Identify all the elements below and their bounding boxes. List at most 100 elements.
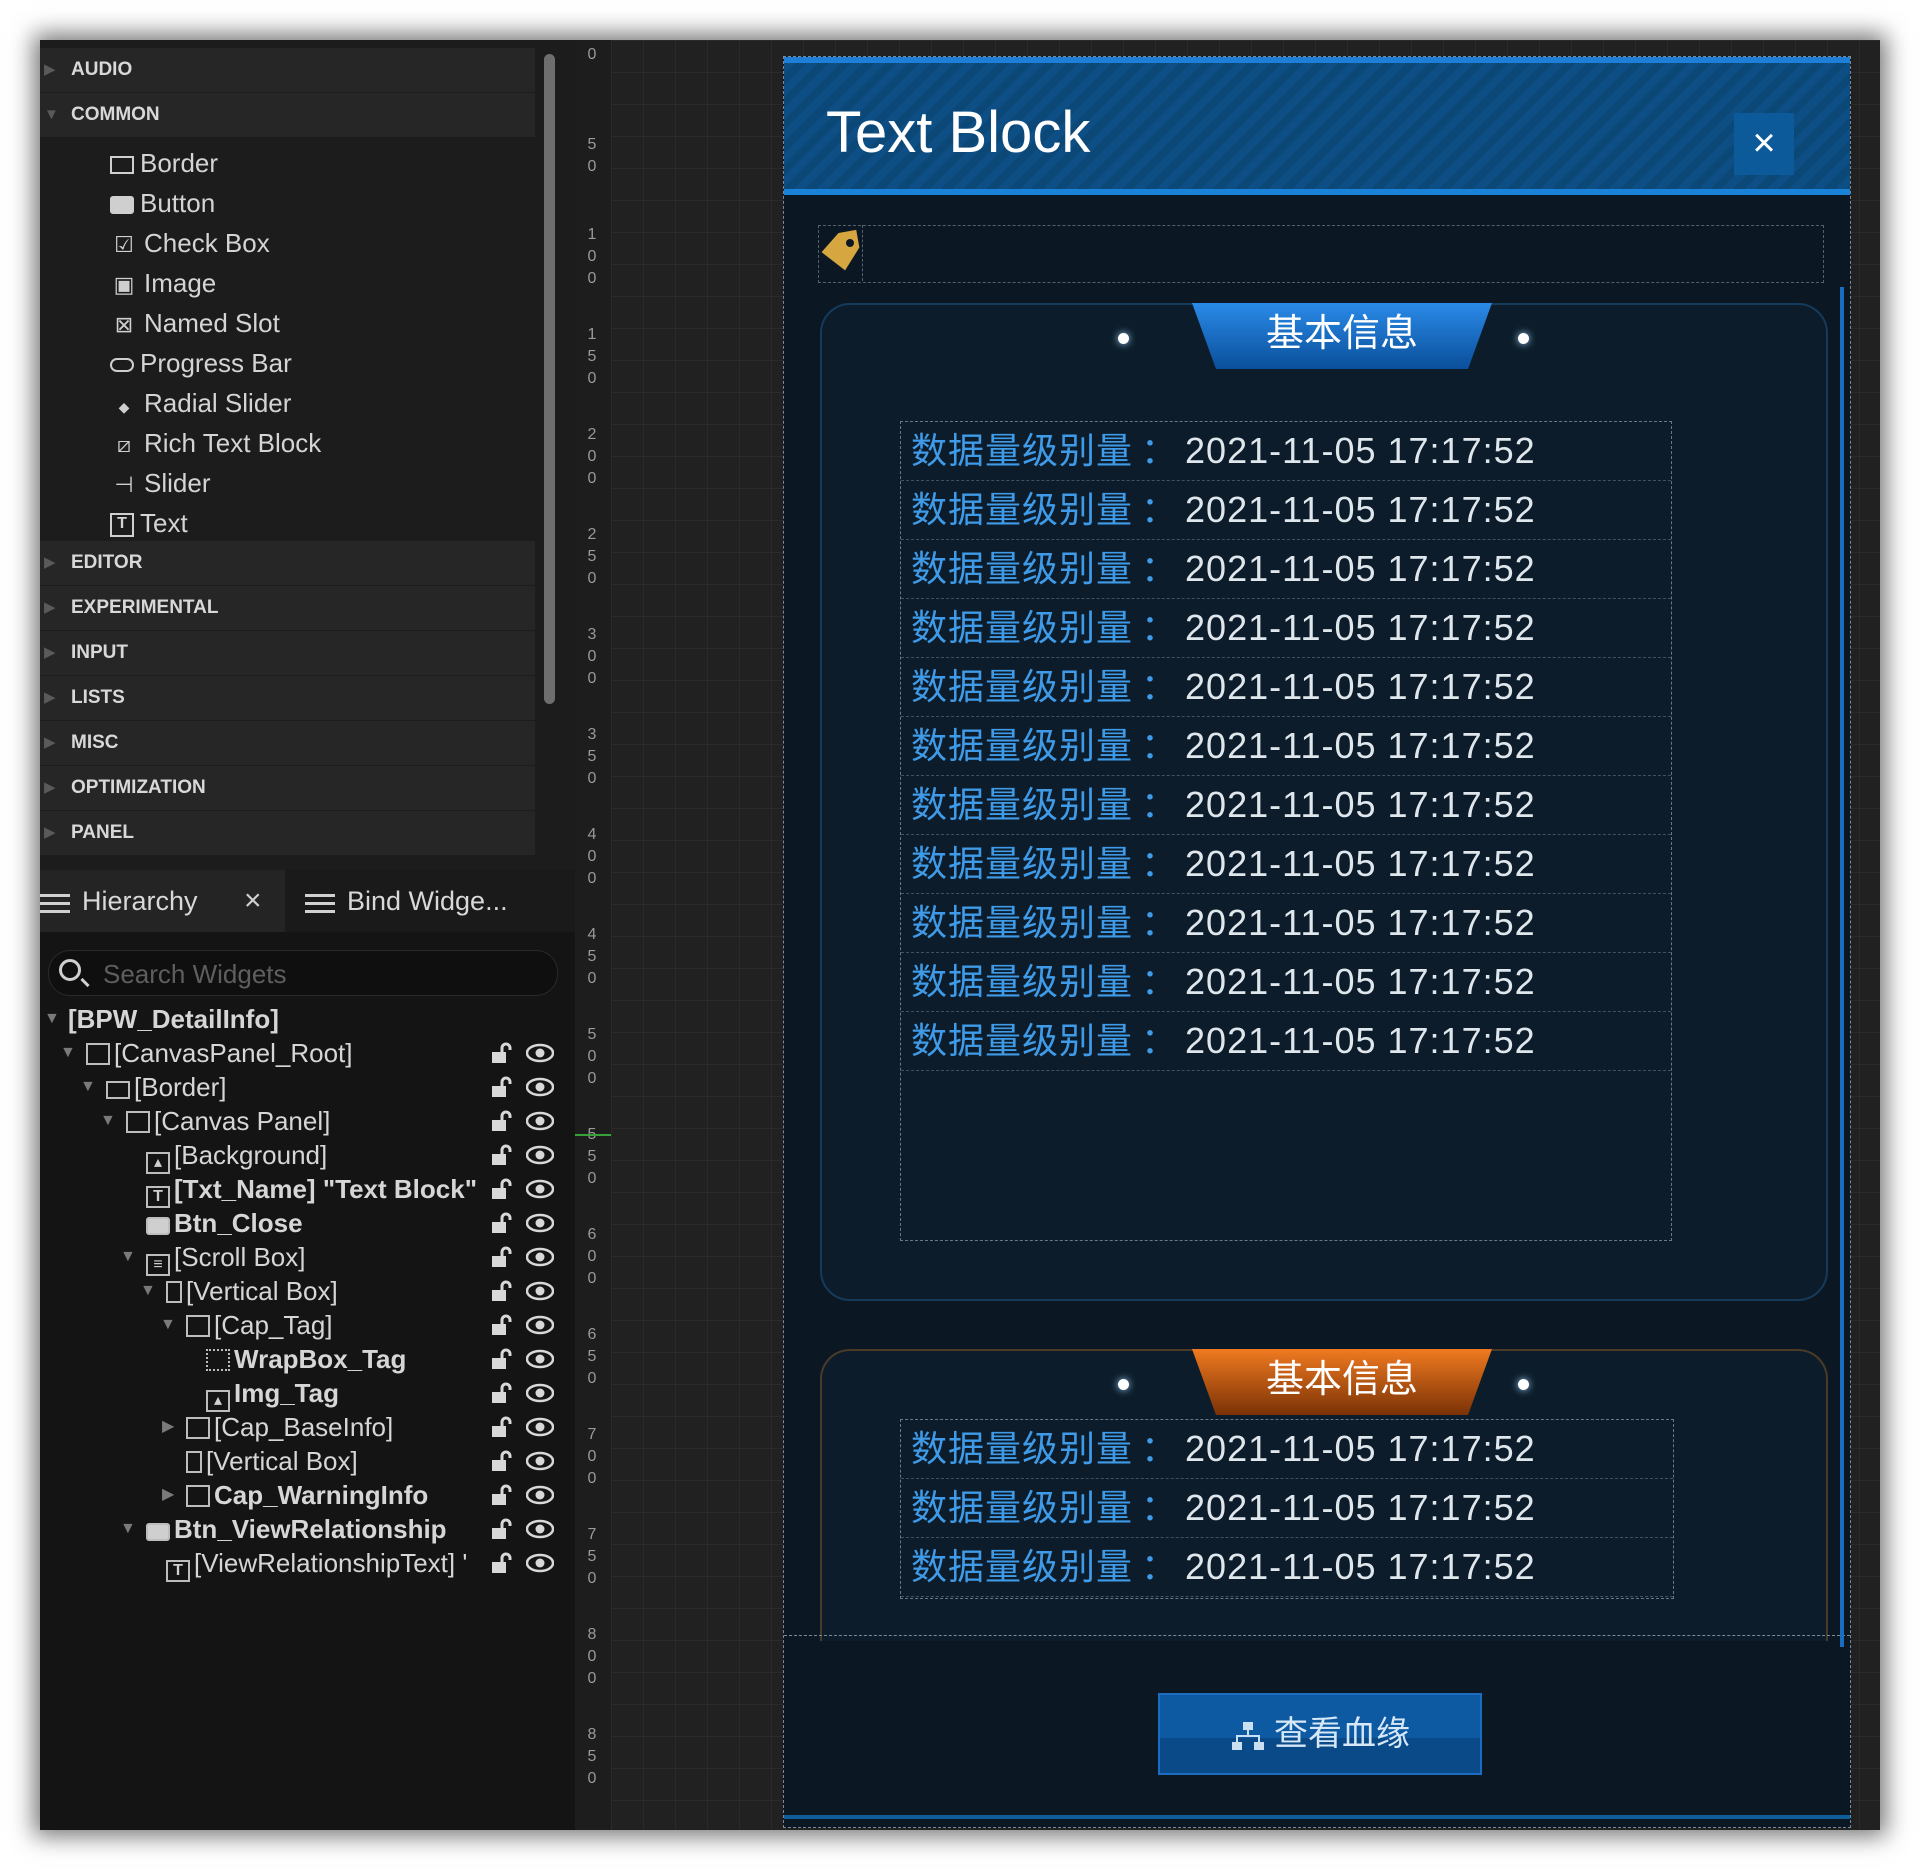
tree-row[interactable]: T [Txt_Name] "Text Block" <box>40 1172 575 1208</box>
visibility-eye-icon[interactable] <box>526 1314 554 1336</box>
info-label: 数据量级别量 <box>911 430 1134 471</box>
category-optimization[interactable]: ▶ OPTIMIZATION <box>40 766 535 810</box>
tree-row[interactable]: ▼ [CanvasPanel_Root] <box>40 1036 575 1070</box>
detail-info-widget[interactable]: Text Block × 基本信息 数据量级别量： 2021-11-05 17:1… <box>783 56 1851 1828</box>
designer-canvas[interactable]: Text Block × 基本信息 数据量级别量： 2021-11-05 17:1… <box>611 40 1880 1830</box>
info-label: 数据量级别量 <box>911 666 1134 707</box>
visibility-eye-icon[interactable] <box>526 1518 554 1540</box>
unlock-icon[interactable] <box>490 1280 512 1302</box>
tree-row[interactable]: [Vertical Box] <box>40 1444 575 1478</box>
visibility-eye-icon[interactable] <box>526 1552 554 1574</box>
visibility-eye-icon[interactable] <box>526 1178 554 1200</box>
visibility-eye-icon[interactable] <box>526 1076 554 1098</box>
visibility-eye-icon[interactable] <box>526 1144 554 1166</box>
unlock-icon[interactable] <box>490 1212 512 1234</box>
palette-item-slider[interactable]: ⊣ Slider <box>110 463 210 503</box>
info-value: 2021-11-05 17:17:52 <box>1185 843 1536 884</box>
palette-item-radial-slider[interactable]: ◆ Radial Slider <box>110 383 292 423</box>
unlock-icon[interactable] <box>490 1416 512 1438</box>
unlock-icon[interactable] <box>490 1246 512 1268</box>
palette-item-border[interactable]: Border <box>110 143 218 183</box>
info-colon: ： <box>1141 430 1178 471</box>
tree-row[interactable]: ▼ [Vertical Box] <box>40 1274 575 1308</box>
expand-arrow-icon[interactable]: ▶ <box>162 1410 174 1444</box>
unlock-icon[interactable] <box>490 1314 512 1336</box>
category-input[interactable]: ▶ INPUT <box>40 631 535 675</box>
unlock-icon[interactable] <box>490 1110 512 1132</box>
tree-row[interactable]: ▼ [Cap_Tag] <box>40 1308 575 1342</box>
category-common[interactable]: ▼ COMMON <box>40 93 535 137</box>
category-misc[interactable]: ▶ MISC <box>40 721 535 765</box>
palette-item-check-box[interactable]: ☑ Check Box <box>110 223 270 263</box>
unlock-icon[interactable] <box>490 1450 512 1472</box>
tree-row[interactable]: ▼ [Canvas Panel] <box>40 1104 575 1138</box>
palette-scrollbar[interactable] <box>544 54 555 704</box>
unlock-icon[interactable] <box>490 1552 512 1574</box>
tree-row[interactable]: ▴ [Background] <box>40 1138 575 1174</box>
palette-item-progress-bar[interactable]: Progress Bar <box>110 343 292 383</box>
unlock-icon[interactable] <box>490 1518 512 1540</box>
visibility-eye-icon[interactable] <box>526 1382 554 1404</box>
expand-arrow-icon[interactable]: ▶ <box>162 1478 174 1512</box>
tree-row[interactable]: ▼ [BPW_DetailInfo] <box>40 1002 575 1036</box>
category-label: INPUT <box>71 642 128 663</box>
collapse-arrow-icon[interactable]: ▼ <box>140 1274 156 1308</box>
close-button[interactable]: × <box>1734 113 1794 175</box>
unlock-icon[interactable] <box>490 1042 512 1064</box>
visibility-eye-icon[interactable] <box>526 1484 554 1506</box>
info-label: 数据量级别量 <box>911 548 1134 589</box>
info-label: 数据量级别量 <box>911 784 1134 825</box>
category-panel[interactable]: ▶ PANEL <box>40 811 535 855</box>
tab-bind-widgets[interactable]: Bind Widge... <box>305 870 565 932</box>
visibility-eye-icon[interactable] <box>526 1416 554 1438</box>
category-editor[interactable]: ▶ EDITOR <box>40 541 535 585</box>
visibility-eye-icon[interactable] <box>526 1212 554 1234</box>
list-icon <box>305 892 335 914</box>
collapse-arrow-icon[interactable]: ▼ <box>60 1036 76 1070</box>
category-experimental[interactable]: ▶ EXPERIMENTAL <box>40 586 535 630</box>
palette-item-named-slot[interactable]: ⊠ Named Slot <box>110 303 280 343</box>
visibility-eye-icon[interactable] <box>526 1110 554 1132</box>
tree-row[interactable]: ▼ [Border] <box>40 1070 575 1104</box>
unlock-icon[interactable] <box>490 1348 512 1370</box>
collapse-arrow-icon[interactable]: ▼ <box>120 1240 136 1274</box>
unlock-icon[interactable] <box>490 1144 512 1166</box>
visibility-eye-icon[interactable] <box>526 1348 554 1370</box>
category-audio[interactable]: ▶ AUDIO <box>40 48 535 92</box>
tree-row[interactable]: ▶ Cap_WarningInfo <box>40 1478 575 1512</box>
tag-wrapbox[interactable] <box>862 225 1823 281</box>
tab-hierarchy[interactable]: Hierarchy × <box>40 870 285 932</box>
visibility-eye-icon[interactable] <box>526 1246 554 1268</box>
category-lists[interactable]: ▶ LISTS <box>40 676 535 720</box>
close-tab-icon[interactable]: × <box>244 870 262 932</box>
visibility-eye-icon[interactable] <box>526 1280 554 1302</box>
collapse-arrow-icon[interactable]: ▼ <box>44 1002 60 1036</box>
unlock-icon[interactable] <box>490 1178 512 1200</box>
collapse-arrow-icon[interactable]: ▼ <box>80 1070 96 1104</box>
expand-arrow-icon: ▶ <box>44 644 56 661</box>
visibility-eye-icon[interactable] <box>526 1450 554 1472</box>
unlock-icon[interactable] <box>490 1484 512 1506</box>
tree-row[interactable]: ▶ [Cap_BaseInfo] <box>40 1410 575 1444</box>
search-widgets-field[interactable] <box>48 950 558 996</box>
tree-row[interactable]: WrapBox_Tag <box>40 1342 575 1376</box>
collapse-arrow-icon[interactable]: ▼ <box>120 1512 136 1546</box>
view-relationship-button[interactable]: 查看血缘 <box>1158 1693 1482 1775</box>
collapse-arrow-icon[interactable]: ▼ <box>100 1104 116 1138</box>
widget-title[interactable]: Text Block <box>826 99 1090 166</box>
tree-row[interactable]: Btn_Close <box>40 1206 575 1240</box>
palette-item-button[interactable]: Button <box>110 183 215 223</box>
category-label: EDITOR <box>71 552 143 573</box>
tree-row[interactable]: ▼ ≡ [Scroll Box] <box>40 1240 575 1276</box>
tree-row[interactable]: ▴ Img_Tag <box>40 1376 575 1412</box>
palette-item-image[interactable]: ▣ Image <box>110 263 217 303</box>
tree-row[interactable]: T [ViewRelationshipText] ' <box>40 1546 575 1582</box>
search-input[interactable] <box>101 955 545 993</box>
unlock-icon[interactable] <box>490 1382 512 1404</box>
palette-item-text[interactable]: T Text <box>110 503 188 543</box>
collapse-arrow-icon[interactable]: ▼ <box>160 1308 176 1342</box>
unlock-icon[interactable] <box>490 1076 512 1098</box>
tree-row[interactable]: ▼ Btn_ViewRelationship <box>40 1512 575 1546</box>
palette-item-rich-text-block[interactable]: ⧄ Rich Text Block <box>110 423 321 463</box>
visibility-eye-icon[interactable] <box>526 1042 554 1064</box>
